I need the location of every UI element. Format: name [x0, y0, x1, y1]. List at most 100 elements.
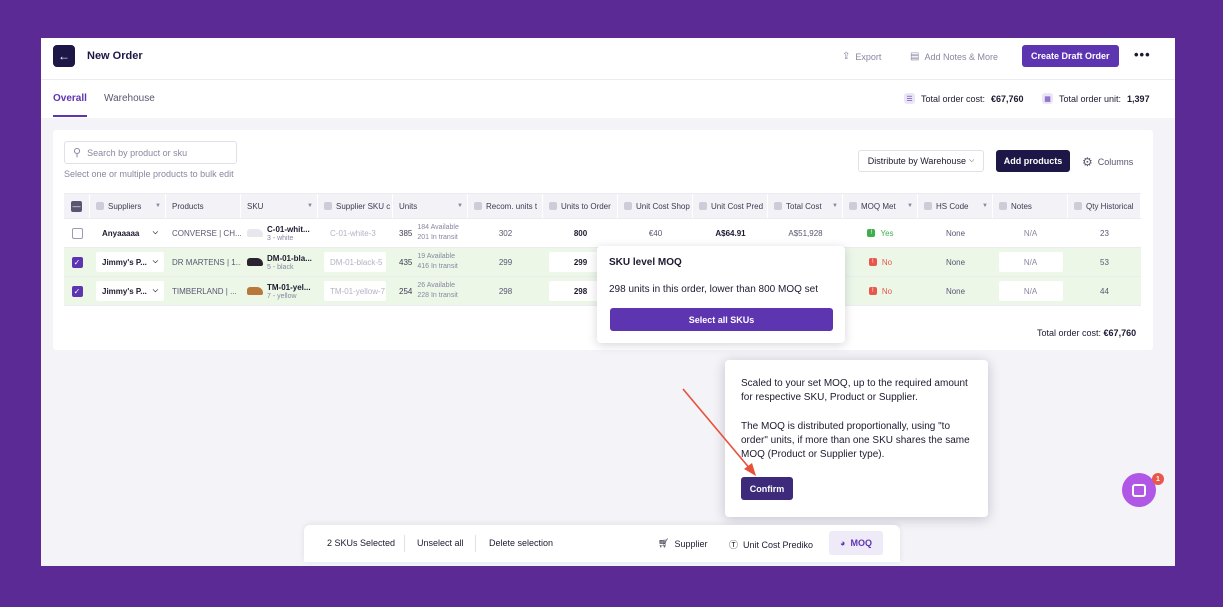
col-units-to-order[interactable]: Units to Order — [543, 194, 618, 218]
notes-value: N/A — [1023, 286, 1038, 296]
table-header: — Suppliers ▼ Products SKU ▼ Supplier SKU … — [64, 193, 1141, 219]
total-cost-value: €67,760 — [991, 93, 1024, 104]
table-cell: 302 — [468, 219, 543, 247]
more-options-button[interactable]: ••• — [1134, 47, 1151, 62]
table-cell: 53 — [1068, 248, 1141, 276]
col-suppliers[interactable]: Suppliers ▼ — [90, 194, 166, 218]
back-button[interactable]: ← — [53, 45, 75, 67]
chat-notification-badge: 1 — [1152, 473, 1164, 485]
unit-cost-prediko-button[interactable]: Ⓣ Unit Cost Prediko — [729, 538, 813, 551]
info-icon — [699, 202, 707, 210]
supplier-sku-value: TM-01-yellow-7 — [330, 286, 386, 296]
row-checkbox[interactable]: ✓ — [71, 256, 83, 268]
col-notes[interactable]: Notes — [993, 194, 1068, 218]
units-to-order-value[interactable]: 800 — [574, 229, 587, 238]
search-input[interactable] — [87, 147, 228, 158]
table-cell: CONVERSE | CH... — [166, 219, 241, 247]
total-cost-summary: ☰ Total order cost: €67,760 — [904, 93, 1024, 104]
tab-overall[interactable]: Overall — [53, 93, 87, 104]
hs-code: None — [945, 286, 966, 296]
delete-selection-button[interactable]: Delete selection — [489, 538, 553, 548]
table-total-value: €67,760 — [1103, 328, 1137, 338]
supplier-sku-field[interactable]: TM-01-yellow-7 — [324, 281, 386, 301]
table-cell: TM-01-yellow-7 — [318, 277, 393, 305]
recommended-units: 302 — [498, 228, 513, 238]
table-cell: Jimmy's P... ⌵ — [90, 277, 166, 305]
supplier-button[interactable]: 🛒︎ Supplier — [658, 538, 707, 549]
page-title: New Order — [87, 50, 143, 62]
tooltip-paragraph-2: The MOQ is distributed proportionally, u… — [741, 421, 970, 460]
col-moq-met[interactable]: MOQ Met ▼ — [843, 194, 918, 218]
col-supplier-sku[interactable]: Supplier SKU c — [318, 194, 393, 218]
table-cell: TM-01-yel... 7 - yellow — [241, 277, 318, 305]
table-cell: N/A — [993, 248, 1068, 276]
supplier-sku-field[interactable]: DM-01-black-5 — [324, 252, 386, 272]
col-recom-units[interactable]: Recom. units t — [468, 194, 543, 218]
sort-icon: ▼ — [155, 203, 161, 209]
units-available: 26 Available — [417, 282, 455, 289]
search-box[interactable]: ⚲ — [64, 141, 237, 164]
col-unit-cost-shop[interactable]: Unit Cost Shop — [618, 194, 693, 218]
gauge-icon: ◕ — [840, 538, 846, 548]
sort-icon: ▼ — [982, 203, 988, 209]
supplier-sku-value: C-01-white-3 — [330, 228, 376, 238]
row-checkbox[interactable]: ✓ — [71, 285, 83, 297]
tab-bar: Overall Warehouse ☰ Total order cost: €6… — [41, 80, 1175, 118]
sku-code: C-01-whit... — [267, 224, 310, 234]
col-unit-cost-pred[interactable]: Unit Cost Pred — [693, 194, 768, 218]
tab-warehouse[interactable]: Warehouse — [104, 93, 155, 104]
col-label: Units to Order — [561, 201, 611, 211]
col-products[interactable]: Products — [166, 194, 241, 218]
col-total-cost[interactable]: Total Cost ▼ — [768, 194, 843, 218]
hs-code: None — [945, 228, 966, 238]
col-hs-code[interactable]: HS Code ▼ — [918, 194, 993, 218]
chevron-down-icon: ⌵ — [968, 157, 975, 164]
col-label: Supplier SKU c — [336, 201, 391, 211]
col-sku[interactable]: SKU ▼ — [241, 194, 318, 218]
product-name: CONVERSE | CH... — [172, 228, 241, 238]
select-all-skus-button[interactable]: Select all SKUs — [610, 308, 833, 331]
total-unit-label: Total order unit: — [1059, 93, 1122, 104]
col-units[interactable]: Units ▼ — [393, 194, 468, 218]
units-to-order-value: 299 — [573, 257, 588, 267]
sku-code: DM-01-bla... — [267, 253, 312, 263]
notes-value: N/A — [1023, 257, 1038, 267]
supplier-dropdown[interactable]: Anyaaaaa ⌵ — [96, 223, 164, 243]
col-qty-historical[interactable]: Qty Historical — [1068, 194, 1141, 218]
sort-icon: ▼ — [907, 203, 913, 209]
units-value: 435 — [399, 257, 413, 267]
notes-field[interactable]: N/A — [998, 281, 1063, 301]
supplier-dropdown[interactable]: Jimmy's P... ⌵ — [96, 252, 164, 272]
info-icon — [624, 202, 632, 210]
table-cell: None — [918, 248, 993, 276]
active-tab-indicator — [53, 115, 87, 117]
supplier-sku-field[interactable]: C-01-white-3 — [324, 223, 386, 243]
distribute-label: Distribute by Warehouse — [867, 156, 966, 166]
sku-variant: 5 - black — [267, 263, 294, 271]
add-products-button[interactable]: Add products — [996, 150, 1070, 172]
create-draft-order-button[interactable]: Create Draft Order — [1022, 45, 1119, 67]
notes-field[interactable]: N/A — [998, 252, 1063, 272]
supplier-dropdown[interactable]: Jimmy's P... ⌵ — [96, 281, 164, 301]
notes-value: N/A — [1023, 228, 1038, 238]
moq-button[interactable]: ◕ MOQ — [829, 531, 883, 555]
chat-launcher-button[interactable] — [1122, 473, 1156, 507]
confirm-button[interactable]: Confirm — [741, 477, 793, 500]
row-checkbox[interactable] — [71, 227, 83, 239]
add-notes-button[interactable]: ▤ Add Notes & More — [910, 51, 998, 62]
columns-button[interactable]: ⚙ Columns — [1082, 155, 1133, 169]
col-label: Products — [172, 201, 204, 211]
unselect-all-button[interactable]: Unselect all — [417, 538, 464, 548]
select-all-checkbox[interactable]: — — [71, 200, 82, 212]
product-thumbnail — [247, 229, 263, 237]
coin-icon: Ⓣ — [729, 540, 739, 550]
sku-moq-popover: SKU level MOQ 298 units in this order, l… — [597, 246, 845, 343]
export-button[interactable]: ⇪ Export — [842, 51, 881, 62]
top-bar: ← New Order ⇪ Export ▤ Add Notes & More … — [41, 38, 1175, 80]
table-cell: 800 — [543, 219, 618, 247]
distribute-dropdown[interactable]: Distribute by Warehouse ⌵ — [858, 150, 984, 172]
table-row[interactable]: Anyaaaaa ⌵ CONVERSE | CH... C-01-whit... 3 -… — [64, 219, 1141, 248]
table-cell: ! No — [843, 277, 918, 305]
cart-icon: 🛒︎ — [658, 538, 670, 548]
recommended-units: 298 — [498, 286, 513, 296]
